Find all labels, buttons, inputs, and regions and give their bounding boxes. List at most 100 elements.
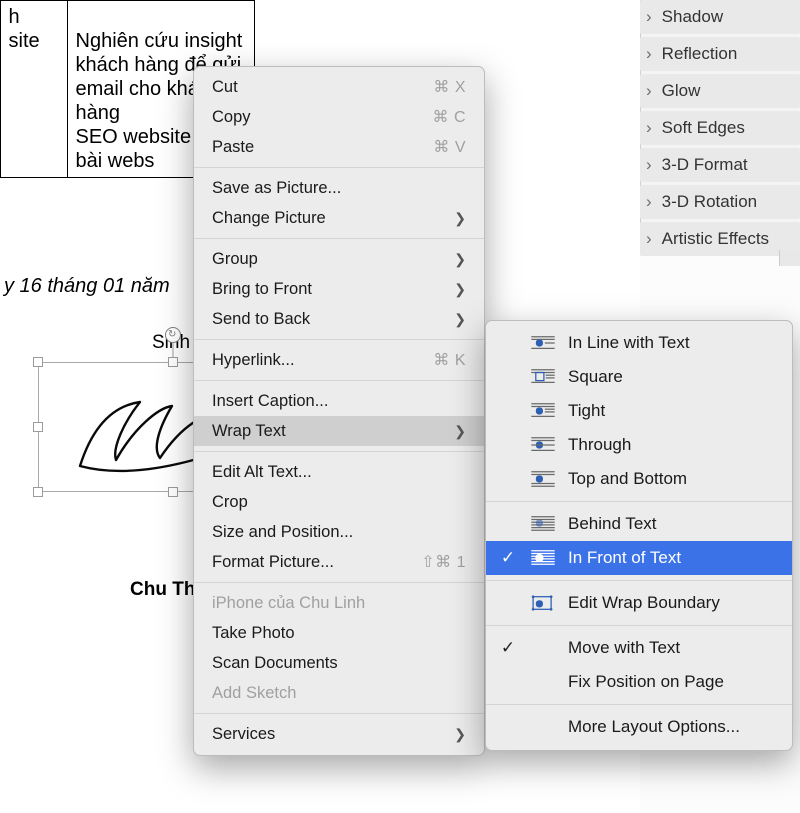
menu-item-save-as-picture-[interactable]: Save as Picture... [194,173,484,203]
format-picture-panel: ›Shadow›Reflection›Glow›Soft Edges›3-D F… [640,0,800,250]
panel-section-label: Artistic Effects [662,229,769,249]
menu-item-label: Crop [212,493,248,512]
wrap-behind-icon [529,515,557,533]
resize-handle[interactable] [168,357,178,367]
menu-item-take-photo[interactable]: Take Photo [194,618,484,648]
chevron-right-icon: › [646,155,652,175]
panel-section-3-d-format[interactable]: ›3-D Format [640,148,800,182]
panel-section-3-d-rotation[interactable]: › 3-D Rotation [640,185,800,219]
menu-item-paste[interactable]: Paste ⌘ V [194,132,484,162]
menu-item-scan-documents[interactable]: Scan Documents [194,648,484,678]
check-icon: ✓ [498,548,518,568]
submenu-item-square[interactable]: Square [486,360,792,394]
menu-item-services[interactable]: Services ❯ [194,719,484,749]
resize-handle[interactable] [33,422,43,432]
rotate-handle[interactable]: ↻ [165,327,181,343]
chevron-right-icon: ❯ [454,311,466,328]
submenu-item-behind-text[interactable]: Behind Text [486,507,792,541]
menu-item-format-picture-[interactable]: Format Picture...⇧⌘ 1 [194,547,484,577]
panel-section-label: Soft Edges [662,118,745,138]
submenu-item-move-with-text[interactable]: ✓Move with Text [486,631,792,665]
panel-section-label: Glow [662,81,701,101]
menu-item-add-sketch: Add Sketch [194,678,484,708]
menu-item-label: Group [212,250,258,269]
cell-text: h [9,6,20,28]
submenu-item-label: Through [568,435,776,455]
menu-item-label: Take Photo [212,624,295,643]
resize-handle[interactable] [33,357,43,367]
menu-item-edit-alt-text-[interactable]: Edit Alt Text... [194,457,484,487]
menu-item-send-to-back[interactable]: Send to Back ❯ [194,304,484,334]
menu-item-label: Hyperlink... [212,351,295,370]
resize-handle[interactable] [33,487,43,497]
menu-shortcut: ⌘ C [433,107,467,127]
chevron-right-icon: › [646,118,652,138]
panel-section-soft-edges[interactable]: › Soft Edges [640,111,800,145]
menu-shortcut: ⌘ K [433,350,466,370]
chevron-right-icon: ❯ [454,726,466,743]
submenu-item-label: Top and Bottom [568,469,776,489]
panel-section-artistic-effects[interactable]: › Artistic Effects [640,222,800,256]
submenu-item-label: Square [568,367,776,387]
menu-item-change-picture[interactable]: Change Picture ❯ [194,203,484,233]
menu-item-group[interactable]: Group ❯ [194,244,484,274]
submenu-item-label: Move with Text [568,638,776,658]
menu-item-label: Edit Alt Text... [212,463,312,482]
menu-item-bring-to-front[interactable]: Bring to Front❯ [194,274,484,304]
panel-section-label: Reflection [662,44,738,64]
wrap-inline-icon [529,334,557,352]
menu-item-label: Insert Caption... [212,392,328,411]
submenu-item-in-front-of-text[interactable]: ✓ In Front of Text [486,541,792,575]
menu-item-cut[interactable]: Cut⌘ X [194,72,484,102]
menu-item-label: Paste [212,138,254,157]
chevron-right-icon: › [646,229,652,249]
panel-section-reflection[interactable]: › Reflection [640,37,800,71]
menu-shortcut: ⇧⌘ 1 [421,552,466,572]
panel-section-glow[interactable]: ›Glow [640,74,800,108]
submenu-item-top-and-bottom[interactable]: Top and Bottom [486,462,792,496]
table-cell: h site [0,0,67,177]
submenu-item-label: More Layout Options... [568,717,776,737]
chevron-right-icon: › [646,7,652,27]
submenu-item-label: Tight [568,401,776,421]
menu-item-copy[interactable]: Copy ⌘ C [194,102,484,132]
menu-item-label: Change Picture [212,209,326,228]
panel-corner [779,250,800,266]
menu-shortcut: ⌘ V [433,137,466,157]
menu-item-label: iPhone của Chu Linh [212,594,365,613]
menu-item-hyperlink-[interactable]: Hyperlink... ⌘ K [194,345,484,375]
chevron-right-icon: ❯ [454,251,466,268]
wrap-front-icon [529,549,557,567]
chevron-right-icon: ❯ [454,210,466,227]
menu-item-size-and-position-[interactable]: Size and Position... [194,517,484,547]
menu-item-insert-caption-[interactable]: Insert Caption... [194,386,484,416]
menu-item-label: Services [212,725,275,744]
wrap-through-icon [529,436,557,454]
menu-item-label: Bring to Front [212,280,312,299]
menu-item-crop[interactable]: Crop [194,487,484,517]
submenu-item-more-layout-options-[interactable]: More Layout Options... [486,710,792,744]
panel-section-shadow[interactable]: › Shadow [640,0,800,34]
submenu-item-through[interactable]: Through [486,428,792,462]
wrap-topbottom-icon [529,470,557,488]
cell-text: site [9,30,40,52]
resize-handle[interactable] [168,487,178,497]
submenu-item-tight[interactable]: Tight [486,394,792,428]
submenu-item-edit-wrap-boundary[interactable]: Edit Wrap Boundary [486,586,792,620]
chevron-right-icon: ❯ [454,423,466,440]
menu-item-label: Send to Back [212,310,310,329]
chevron-right-icon: › [646,44,652,64]
menu-item-label: Size and Position... [212,523,353,542]
menu-item-wrap-text[interactable]: Wrap Text❯ [194,416,484,446]
chevron-right-icon: › [646,192,652,212]
submenu-item-fix-position-on-page[interactable]: Fix Position on Page [486,665,792,699]
submenu-item-label: Behind Text [568,514,776,534]
panel-section-label: Shadow [662,7,723,27]
wrap-text-submenu: In Line with Text Square Tight Through Top a… [485,320,793,751]
panel-section-label: 3-D Rotation [662,192,757,212]
submenu-item-label: In Front of Text [568,548,776,568]
menu-item-iphone-c-a-chu-linh: iPhone của Chu Linh [194,588,484,618]
submenu-item-in-line-with-text[interactable]: In Line with Text [486,326,792,360]
menu-shortcut: ⌘ X [433,77,466,97]
menu-item-label: Copy [212,108,251,127]
